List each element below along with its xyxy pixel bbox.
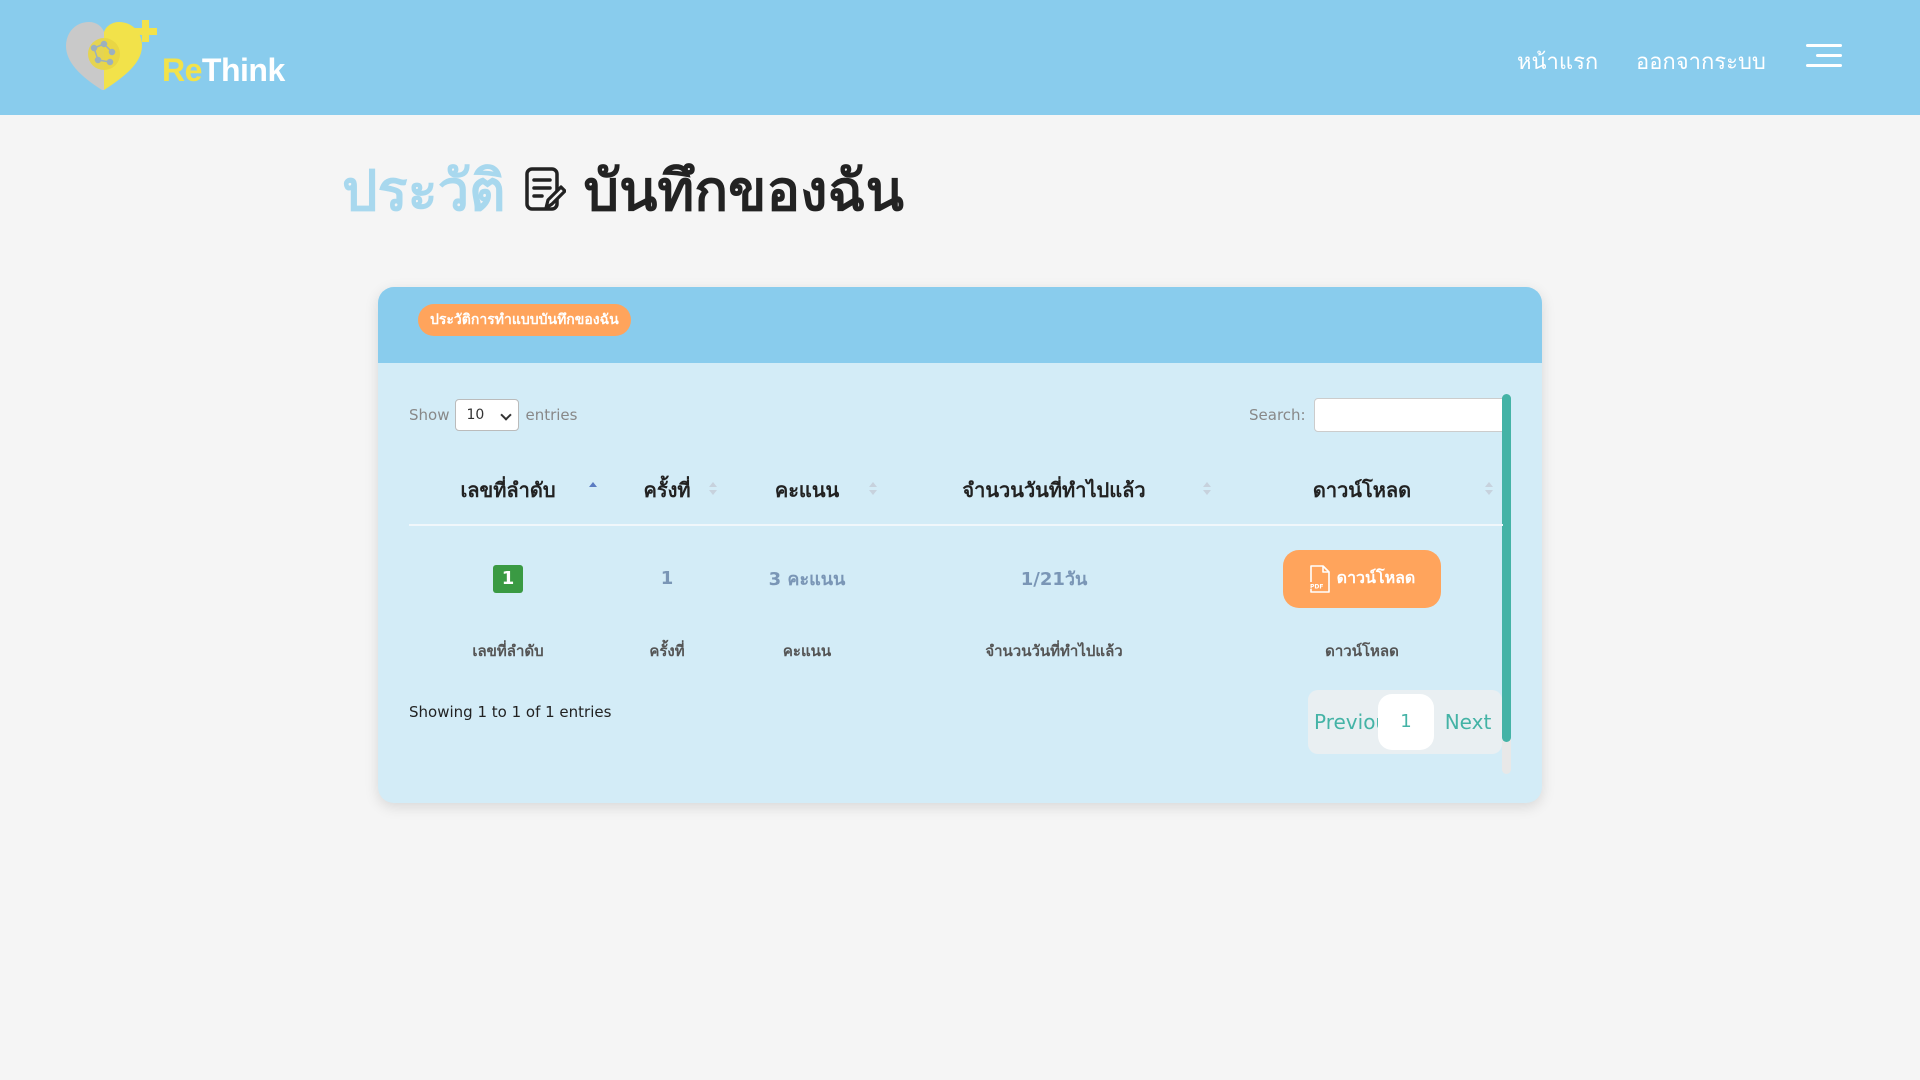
pdf-file-icon: PDF [1308, 564, 1330, 593]
page-length-value: 10 [466, 407, 485, 423]
page-title-history: ประวัติ [342, 158, 506, 224]
card-header: ประวัติการทำแบบบันทึกของฉัน [378, 287, 1542, 363]
cell-score: 3 คะแนน [768, 569, 846, 590]
sort-icon [869, 482, 877, 496]
show-label: Show [409, 406, 450, 424]
column-header-label: ดาวน์โหลด [1312, 477, 1412, 502]
cell-attempt: 1 [660, 568, 674, 589]
history-table: เลขที่ลำดับ ครั้งที่ คะแนน จำนวนวันที่ทำ… [409, 455, 1503, 671]
footer-label-download: ดาวน์โหลด [1325, 642, 1399, 660]
table-footer-row: เลขที่ลำดับ ครั้งที่ คะแนน จำนวนวันที่ทำ… [409, 631, 1503, 671]
column-header-label: ครั้งที่ [643, 477, 691, 502]
page-length-control: Show 10 entries [409, 399, 577, 431]
page-title: ประวัติ บันทึกของฉัน [342, 150, 904, 230]
brand-suffix: Think [201, 52, 285, 88]
column-header-label: คะแนน [774, 477, 840, 502]
footer-label-score: คะแนน [782, 642, 832, 660]
table-row: 1 1 3 คะแนน 1/21วัน PDF ดาวน์โหลด [409, 525, 1503, 631]
sort-icon [1485, 482, 1493, 496]
note-edit-icon [524, 167, 566, 211]
sort-icon [709, 482, 717, 496]
top-navbar: ReThink หน้าแรก ออกจากระบบ [0, 0, 1920, 115]
download-button-label: ดาวน์โหลด [1336, 568, 1416, 587]
search-control: Search: [1249, 398, 1508, 432]
pagination: Previous 1 Next [1308, 690, 1502, 754]
seq-badge: 1 [493, 564, 523, 593]
page-length-select[interactable]: 10 [455, 399, 520, 431]
search-input[interactable] [1313, 398, 1508, 432]
search-label: Search: [1249, 406, 1306, 424]
nav-home-link[interactable]: หน้าแรก [1517, 44, 1598, 79]
column-header-download[interactable]: ดาวน์โหลด [1221, 455, 1503, 526]
hamburger-menu-icon[interactable] [1806, 44, 1842, 68]
brand-prefix: Re [162, 52, 202, 88]
pagination-next[interactable]: Next [1434, 710, 1502, 734]
history-badge: ประวัติการทำแบบบันทึกของฉัน [418, 304, 631, 336]
footer-label-seq: เลขที่ลำดับ [472, 642, 544, 660]
entries-label: entries [525, 406, 578, 424]
pagination-page-1[interactable]: 1 [1378, 694, 1434, 750]
footer-label-days: จำนวนวันที่ทำไปแล้ว [985, 642, 1123, 660]
sort-asc-icon [589, 482, 597, 496]
column-header-score[interactable]: คะแนน [727, 455, 887, 526]
table-header-row: เลขที่ลำดับ ครั้งที่ คะแนน จำนวนวันที่ทำ… [409, 455, 1503, 526]
column-header-days[interactable]: จำนวนวันที่ทำไปแล้ว [887, 455, 1221, 526]
rethink-logo[interactable]: ReThink [62, 18, 292, 98]
footer-label-attempt: ครั้งที่ [649, 642, 685, 660]
scrollbar-thumb[interactable] [1502, 394, 1511, 742]
history-card: ประวัติการทำแบบบันทึกของฉัน Show 10 entr… [378, 287, 1542, 803]
brand-name: ReThink [162, 52, 285, 89]
cell-seq: 1 [409, 525, 607, 631]
page-title-my-notes: บันทึกของฉัน [583, 158, 904, 224]
column-header-seq[interactable]: เลขที่ลำดับ [409, 455, 607, 526]
column-header-attempt[interactable]: ครั้งที่ [607, 455, 727, 526]
download-pdf-button[interactable]: PDF ดาวน์โหลด [1283, 549, 1441, 608]
cell-days: 1/21วัน [1020, 569, 1088, 590]
brain-heart-logo-icon [66, 20, 157, 90]
svg-text:PDF: PDF [1310, 583, 1323, 590]
table-info: Showing 1 to 1 of 1 entries [409, 703, 612, 721]
sort-icon [1203, 482, 1211, 496]
nav-logout-link[interactable]: ออกจากระบบ [1636, 44, 1766, 79]
pagination-previous[interactable]: Previous [1308, 710, 1378, 734]
column-header-label: เลขที่ลำดับ [460, 477, 556, 502]
column-header-label: จำนวนวันที่ทำไปแล้ว [962, 477, 1146, 502]
scrollbar[interactable] [1502, 394, 1511, 774]
cell-download: PDF ดาวน์โหลด [1221, 525, 1503, 631]
